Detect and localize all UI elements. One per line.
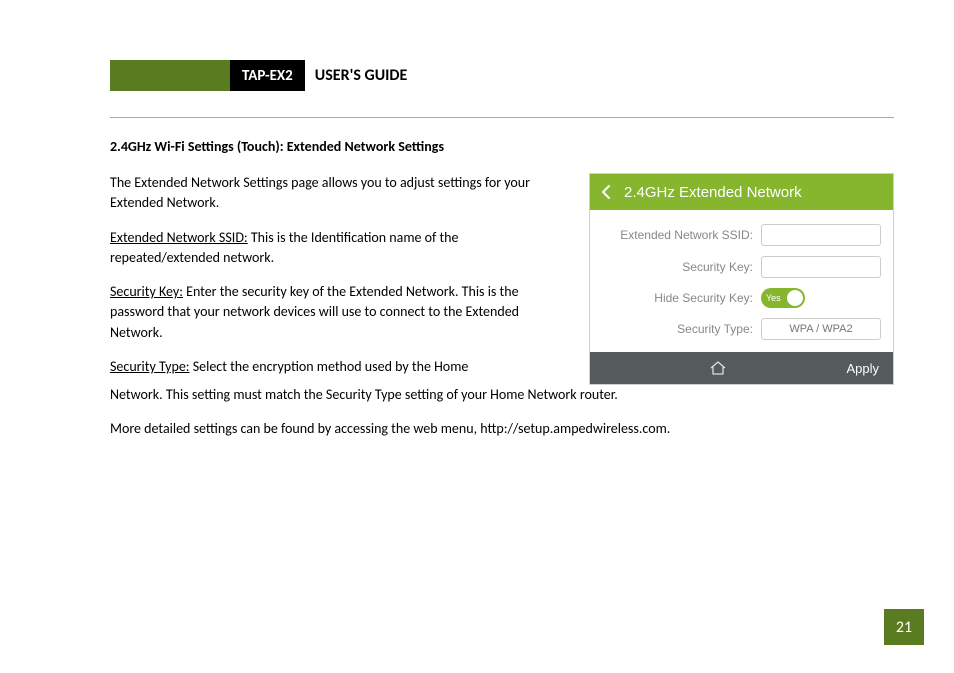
intro-paragraph: The Extended Network Settings page allow… — [110, 173, 569, 214]
seckey-field-label: Security Key: — [682, 260, 753, 274]
body-text: The Extended Network Settings page allow… — [110, 173, 569, 377]
ssid-field-label: Extended Network SSID: — [620, 228, 753, 242]
doc-header: TAP-EX2 USER'S GUIDE — [110, 60, 894, 91]
ssid-label: Extended Network SSID: — [110, 229, 248, 246]
device-body: Extended Network SSID: Security Key: Hid… — [590, 210, 893, 352]
header-accent — [110, 60, 230, 91]
guide-title: USER'S GUIDE — [305, 60, 418, 91]
back-icon[interactable] — [600, 184, 612, 200]
ssid-input[interactable] — [761, 224, 881, 246]
sectype-field-label: Security Type: — [677, 322, 753, 336]
seckey-label: Security Key: — [110, 283, 183, 300]
seckey-paragraph: Security Key: Enter the security key of … — [110, 282, 569, 343]
sectype-label: Security Type: — [110, 358, 190, 375]
home-icon[interactable] — [590, 360, 846, 376]
section-heading: 2.4GHz Wi-Fi Settings (Touch): Extended … — [110, 138, 894, 155]
sectype-paragraph-b: Network. This setting must match the Sec… — [110, 385, 894, 405]
header-rule — [110, 117, 894, 118]
hidekey-toggle[interactable]: Yes — [761, 288, 805, 308]
device-screenshot: 2.4GHz Extended Network Extended Network… — [589, 173, 894, 385]
ssid-paragraph: Extended Network SSID: This is the Ident… — [110, 228, 569, 269]
toggle-knob — [787, 290, 803, 306]
sectype-paragraph-a: Security Type: Select the encryption met… — [110, 357, 569, 377]
sectype-text-a: Select the encryption method used by the… — [190, 358, 469, 375]
page-number: 21 — [884, 609, 924, 645]
hidekey-field-label: Hide Security Key: — [654, 291, 753, 305]
apply-button[interactable]: Apply — [846, 361, 879, 376]
toggle-text: Yes — [766, 293, 781, 303]
more-paragraph: More detailed settings can be found by a… — [110, 419, 894, 439]
device-footer: Apply — [590, 352, 893, 384]
device-title: 2.4GHz Extended Network — [624, 184, 802, 201]
sectype-select[interactable]: WPA / WPA2 — [761, 318, 881, 340]
product-badge: TAP-EX2 — [230, 60, 305, 91]
seckey-input[interactable] — [761, 256, 881, 278]
device-titlebar: 2.4GHz Extended Network — [590, 174, 893, 210]
